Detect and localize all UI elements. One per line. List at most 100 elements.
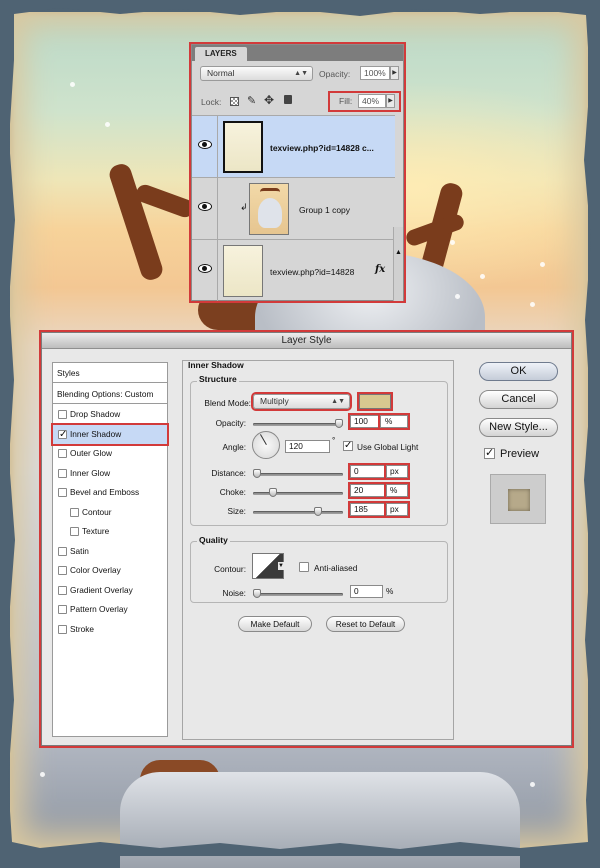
cancel-button[interactable]: Cancel <box>479 390 558 409</box>
visibility-column <box>192 178 218 239</box>
choke-unit: % <box>386 484 408 497</box>
ok-button[interactable]: OK <box>479 362 558 381</box>
style-preview-sample <box>508 489 530 511</box>
style-checkbox[interactable] <box>58 624 67 634</box>
size-label: Size: <box>227 506 246 516</box>
style-checkbox[interactable] <box>58 410 67 419</box>
use-global-light-checkbox[interactable]: ✓ <box>343 441 353 451</box>
choke-slider[interactable] <box>253 488 343 497</box>
tab-layers[interactable]: LAYERS <box>195 47 247 61</box>
shadow-color-swatch[interactable] <box>359 394 391 409</box>
style-item-bevel-and-emboss[interactable]: Bevel and Emboss <box>53 483 167 502</box>
style-item-drop-shadow[interactable]: Drop Shadow <box>53 405 167 424</box>
anti-aliased-checkbox[interactable] <box>299 562 309 572</box>
blending-options-item[interactable]: Blending Options: Custom <box>53 385 167 404</box>
opacity-slider-knob[interactable] <box>335 419 343 428</box>
layer-row[interactable]: texview.php?id=14828 c... <box>192 115 395 177</box>
size-slider-knob[interactable] <box>313 507 322 516</box>
style-checkbox[interactable] <box>58 488 67 497</box>
style-checkbox[interactable] <box>58 546 67 556</box>
distance-slider[interactable] <box>253 469 343 478</box>
style-item-gradient-overlay[interactable]: Gradient Overlay <box>53 581 167 600</box>
opacity-unit: % <box>380 415 408 428</box>
layer-opacity-dropdown[interactable]: ▶ <box>390 66 399 80</box>
style-preview <box>490 474 546 524</box>
style-item-inner-shadow[interactable]: Inner Shadow <box>53 424 167 444</box>
fx-icon[interactable]: fx <box>375 264 385 275</box>
layers-tabbar: LAYERS <box>192 45 403 61</box>
preview-label: Preview <box>500 448 540 460</box>
style-item-pattern-overlay[interactable]: Pattern Overlay <box>53 600 167 619</box>
layer-style-dialog: Layer Style Styles Blending Options: Cus… <box>41 332 572 746</box>
lock-label: Lock: <box>201 97 222 107</box>
style-checkbox[interactable] <box>70 507 79 517</box>
layer-name[interactable]: texview.php?id=14828 <box>270 267 354 277</box>
size-unit: px <box>386 503 408 516</box>
opacity-field[interactable]: 100 <box>350 415 380 428</box>
style-item-color-overlay[interactable]: Color Overlay <box>53 561 167 580</box>
noise-slider-knob[interactable] <box>253 589 261 598</box>
visibility-column <box>192 116 218 177</box>
eye-icon[interactable] <box>198 264 212 273</box>
layer-thumbnail-yeti <box>249 183 289 235</box>
layer-opacity-field[interactable]: 100% <box>360 66 390 80</box>
eye-icon[interactable] <box>198 140 212 149</box>
angle-dial[interactable] <box>252 431 280 459</box>
layer-row[interactable]: texview.php?id=14828 fx <box>192 239 395 301</box>
style-item-texture[interactable]: Texture <box>53 522 167 541</box>
style-item-label: Drop Shadow <box>70 409 121 419</box>
layer-blend-mode-value: Normal <box>207 68 235 78</box>
layer-fill-field[interactable]: 40% <box>358 94 386 108</box>
style-checkbox[interactable] <box>70 527 79 536</box>
eye-icon[interactable] <box>198 202 212 211</box>
angle-label: Angle: <box>222 442 246 452</box>
style-item-contour[interactable]: Contour <box>53 503 167 522</box>
style-item-satin[interactable]: Satin <box>53 542 167 561</box>
size-slider[interactable] <box>253 507 343 516</box>
preview-checkbox[interactable]: ✓ <box>484 448 495 459</box>
visibility-column <box>192 240 218 301</box>
layer-name[interactable]: texview.php?id=14828 c... <box>270 143 374 153</box>
choke-field[interactable]: 20 <box>350 484 386 497</box>
lock-image-pixels-icon[interactable]: ✎ <box>247 94 256 107</box>
lock-position-icon[interactable]: ✥ <box>264 93 274 107</box>
opacity-label: Opacity: <box>319 69 351 79</box>
yeti-thumb-body <box>258 198 282 228</box>
layer-name[interactable]: Group 1 copy <box>299 205 350 215</box>
fill-label: Fill: <box>339 96 353 106</box>
make-default-button[interactable]: Make Default <box>238 616 312 632</box>
contour-picker[interactable]: ▼ <box>252 553 284 579</box>
size-field[interactable]: 185 <box>350 503 386 516</box>
lock-transparent-pixels-icon[interactable] <box>230 97 239 106</box>
style-checkbox[interactable] <box>58 468 67 478</box>
blend-mode-select[interactable]: Multiply ▲▼ <box>253 394 350 409</box>
new-style-button[interactable]: New Style... <box>479 418 558 437</box>
opacity-slider[interactable] <box>253 419 343 428</box>
anti-aliased-label: Anti-aliased <box>314 563 358 573</box>
style-checkbox[interactable] <box>58 585 67 595</box>
angle-field[interactable]: 120 <box>285 440 330 453</box>
style-item-outer-glow[interactable]: Outer Glow <box>53 444 167 463</box>
layer-row[interactable]: ↲ Group 1 copy <box>192 177 395 239</box>
contour-dropdown-arrow-icon[interactable]: ▼ <box>278 562 284 570</box>
angle-unit: ° <box>332 435 336 445</box>
layers-panel: LAYERS Normal ▲▼ Opacity: 100% ▶ Lock: ✎… <box>191 44 404 301</box>
layer-fill-dropdown[interactable]: ▶ <box>386 94 395 108</box>
style-item-stroke[interactable]: Stroke <box>53 620 167 639</box>
distance-slider-knob[interactable] <box>253 469 261 478</box>
style-checkbox[interactable] <box>58 566 67 575</box>
lock-all-icon[interactable] <box>284 95 292 104</box>
angle-dial-needle <box>260 434 267 445</box>
layers-scrollbar[interactable]: ▲ <box>393 227 403 301</box>
style-checkbox[interactable] <box>58 425 67 444</box>
style-checkbox[interactable] <box>58 605 67 614</box>
scroll-up-arrow-icon[interactable]: ▲ <box>395 249 402 256</box>
styles-header[interactable]: Styles <box>53 364 167 383</box>
layer-blend-mode-select[interactable]: Normal ▲▼ <box>200 66 313 81</box>
reset-to-default-button[interactable]: Reset to Default <box>326 616 405 632</box>
style-item-inner-glow[interactable]: Inner Glow <box>53 464 167 483</box>
style-checkbox[interactable] <box>58 449 67 458</box>
noise-field[interactable]: 0 <box>350 585 383 598</box>
distance-field[interactable]: 0 <box>350 465 386 478</box>
noise-slider[interactable] <box>253 589 343 598</box>
